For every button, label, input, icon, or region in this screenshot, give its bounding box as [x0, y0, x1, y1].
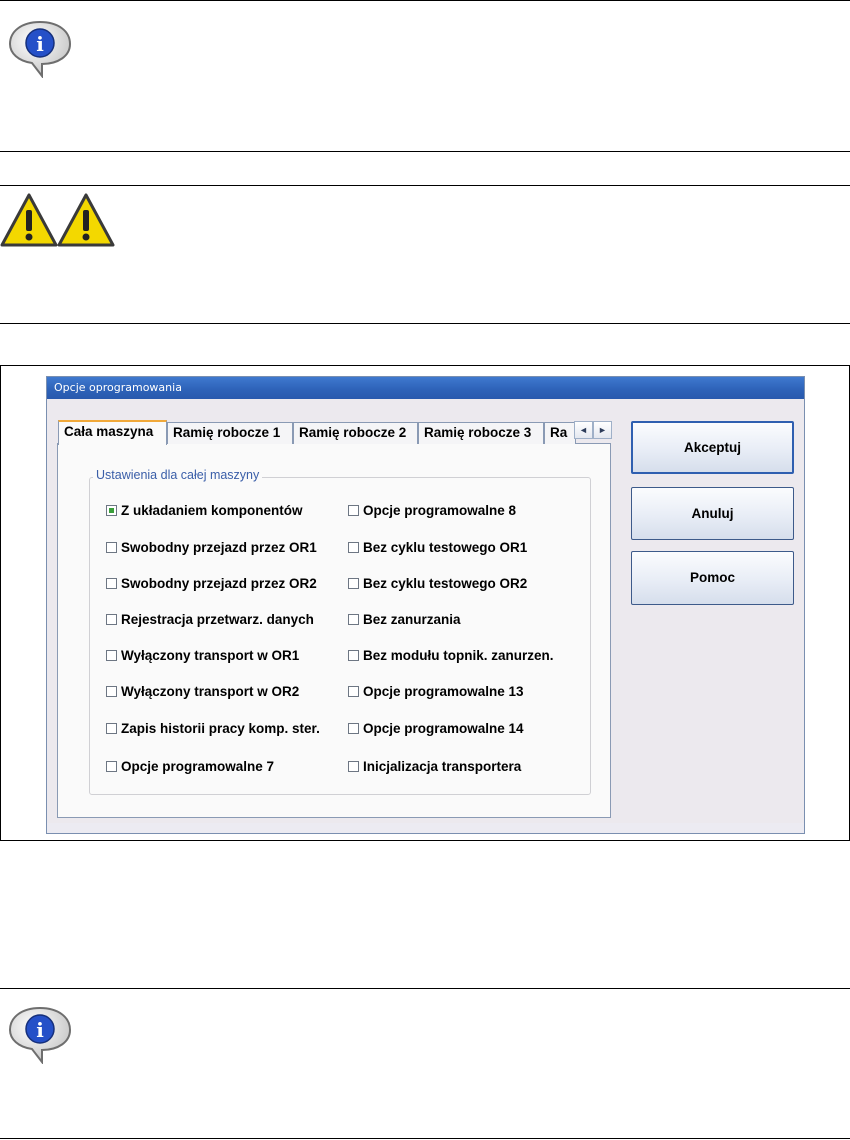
- option-label: Swobodny przejazd przez OR1: [121, 540, 317, 555]
- rule-warning-start: [0, 185, 850, 186]
- tab-arm-2[interactable]: Ramię robocze 2: [293, 422, 418, 444]
- checkbox[interactable]: [348, 505, 359, 516]
- option-label: Wyłączony transport w OR1: [121, 648, 300, 663]
- checkbox[interactable]: [348, 723, 359, 734]
- warning-icon: [57, 193, 115, 247]
- option-label: Bez modułu topnik. zanurzen.: [363, 648, 554, 663]
- group-title: Ustawienia dla całej maszyny: [93, 468, 263, 482]
- checkbox[interactable]: [106, 578, 117, 589]
- checkbox[interactable]: [348, 761, 359, 772]
- rule-note2-end: [0, 1138, 850, 1139]
- option-label: Inicjalizacja transportera: [363, 759, 522, 774]
- option-label: Rejestracja przetwarz. danych: [121, 612, 314, 627]
- dialog-titlebar[interactable]: Opcje oprogramowania: [47, 377, 804, 399]
- tab-arm-3[interactable]: Ramię robocze 3: [418, 422, 544, 444]
- info-icon: i: [8, 1006, 72, 1064]
- checkbox[interactable]: [106, 614, 117, 625]
- option-label: Opcje programowalne 13: [363, 684, 524, 699]
- checkbox[interactable]: [348, 686, 359, 697]
- rule-note2-start: [0, 988, 850, 989]
- dialog-bottom-band: [47, 823, 804, 833]
- tab-scroll-left-icon[interactable]: ◄: [574, 421, 593, 439]
- tab-scroll-arrows: ◄ ►: [574, 421, 612, 439]
- help-button[interactable]: Pomoc: [631, 551, 794, 605]
- settings-group: [89, 477, 591, 795]
- option-label: Bez cyklu testowego OR1: [363, 540, 528, 555]
- option-label: Wyłączony transport w OR2: [121, 684, 300, 699]
- checkbox[interactable]: [106, 542, 117, 553]
- rule-warning-end: [0, 323, 850, 324]
- dialog-title: Opcje oprogramowania: [54, 381, 182, 394]
- accept-button[interactable]: Akceptuj: [631, 421, 794, 474]
- option-label: Z układaniem komponentów: [121, 503, 303, 518]
- svg-text:i: i: [36, 32, 44, 56]
- checkbox[interactable]: [106, 650, 117, 661]
- rule-note-end: [0, 151, 850, 152]
- checkbox[interactable]: [348, 614, 359, 625]
- rule-top: [0, 0, 850, 1]
- checkbox[interactable]: [106, 723, 117, 734]
- tab-arm-4-partial[interactable]: Ra: [544, 422, 576, 444]
- option-label: Zapis historii pracy komp. ster.: [121, 721, 320, 736]
- svg-text:i: i: [36, 1018, 44, 1042]
- option-label: Opcje programowalne 7: [121, 759, 275, 774]
- option-label: Bez cyklu testowego OR2: [363, 576, 528, 591]
- checkbox[interactable]: [348, 650, 359, 661]
- checkbox[interactable]: [348, 578, 359, 589]
- checkbox[interactable]: [106, 505, 117, 516]
- tab-whole-machine[interactable]: Cała maszyna: [58, 420, 167, 445]
- tab-scroll-right-icon[interactable]: ►: [593, 421, 612, 439]
- option-label: Bez zanurzania: [363, 612, 461, 627]
- tab-arm-1[interactable]: Ramię robocze 1: [167, 422, 293, 444]
- checkbox[interactable]: [348, 542, 359, 553]
- option-label: Opcje programowalne 8: [363, 503, 517, 518]
- info-icon: i: [8, 20, 72, 78]
- cancel-button[interactable]: Anuluj: [631, 487, 794, 540]
- checkbox[interactable]: [106, 686, 117, 697]
- checkbox[interactable]: [106, 761, 117, 772]
- warning-icon: [0, 193, 58, 247]
- option-label: Swobodny przejazd przez OR2: [121, 576, 317, 591]
- option-label: Opcje programowalne 14: [363, 721, 524, 736]
